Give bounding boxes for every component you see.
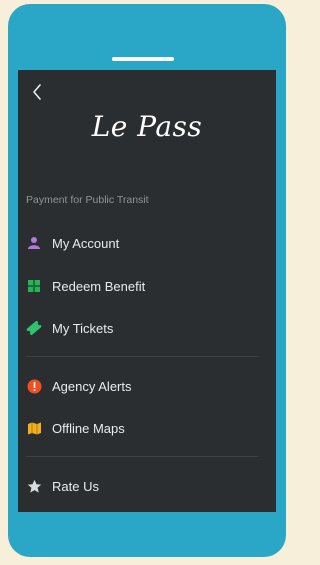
menu-item-label: Redeem Benefit	[52, 278, 146, 294]
menu-item-my-tickets[interactable]: My Tickets	[26, 315, 266, 341]
menu-screen: Le Pass Payment for Public Transit My Ac…	[18, 70, 276, 512]
menu-divider	[26, 456, 258, 457]
gift-icon	[26, 278, 42, 294]
menu-item-my-account[interactable]: My Account	[26, 230, 266, 256]
menu-item-label: Offline Maps	[52, 420, 125, 436]
menu-item-label: My Account	[52, 235, 120, 251]
menu-item-redeem-benefit[interactable]: Redeem Benefit	[26, 273, 266, 299]
menu-item-label: Rate Us	[52, 478, 99, 494]
alert-icon	[26, 378, 42, 394]
menu-item-offline-maps[interactable]: Offline Maps	[26, 415, 266, 441]
phone-frame: Le Pass Payment for Public Transit My Ac…	[8, 4, 286, 557]
app-subtitle: Payment for Public Transit	[26, 194, 149, 206]
phone-speaker	[112, 57, 174, 61]
menu-divider	[26, 356, 258, 357]
menu-item-rate-us[interactable]: Rate Us	[26, 473, 266, 499]
menu-item-label: My Tickets	[52, 320, 114, 336]
app-logo: Le Pass	[91, 110, 203, 143]
person-icon	[26, 235, 42, 251]
star-icon	[26, 478, 42, 494]
menu-item-agency-alerts[interactable]: Agency Alerts	[26, 373, 266, 399]
map-icon	[26, 420, 42, 436]
ticket-icon	[26, 320, 42, 336]
menu-item-label: Agency Alerts	[52, 378, 132, 394]
back-chevron-icon[interactable]	[28, 82, 48, 102]
